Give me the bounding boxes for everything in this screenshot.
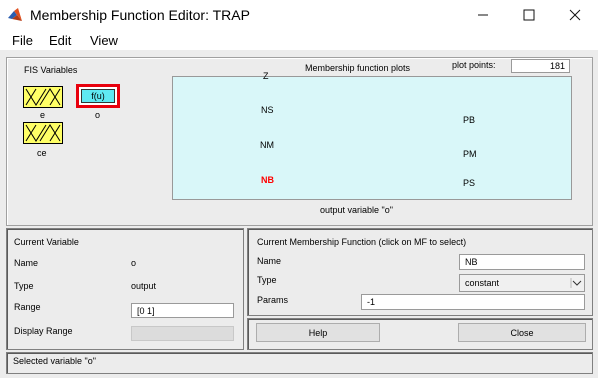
mf-params-label: Params — [257, 295, 289, 305]
current-variable-heading: Current Variable — [14, 237, 79, 247]
minimize-button[interactable] — [460, 0, 506, 30]
membership-function-plot[interactable] — [172, 76, 572, 200]
plot-title: Membership function plots — [305, 63, 411, 73]
mf-type-value: constant — [465, 278, 500, 288]
mf-name-input[interactable]: NB — [459, 254, 585, 270]
display-range-input[interactable] — [131, 326, 234, 341]
close-icon — [569, 9, 581, 21]
menu-view[interactable]: View — [90, 33, 118, 48]
variable-range-label: Range — [14, 302, 41, 312]
chevron-down-icon — [570, 278, 582, 288]
variable-name-label: Name — [14, 258, 39, 268]
mf-name-label: Name — [257, 256, 282, 266]
plot-xlabel: output variable "o" — [320, 205, 393, 215]
input-mf-icon — [23, 122, 63, 144]
output-label-o: o — [95, 110, 101, 120]
menu-edit[interactable]: Edit — [49, 33, 71, 48]
input-label-ce: ce — [37, 148, 47, 158]
mf-label-nm[interactable]: NM — [260, 140, 274, 150]
mf-label-nb[interactable]: NB — [261, 175, 274, 185]
mf-type-select[interactable]: constant — [459, 274, 585, 292]
variable-name-value: o — [131, 258, 137, 268]
matlab-logo-icon — [7, 7, 23, 23]
close-window-button[interactable] — [552, 0, 598, 30]
menu-file[interactable]: File — [12, 33, 33, 48]
fis-variables-heading: FIS Variables — [24, 65, 78, 75]
mf-label-pb[interactable]: PB — [463, 115, 475, 125]
maximize-icon — [523, 9, 535, 21]
mf-type-label: Type — [257, 275, 277, 285]
mf-label-pm[interactable]: PM — [463, 149, 477, 159]
variable-type-value: output — [131, 281, 157, 291]
help-button[interactable]: Help — [256, 323, 380, 342]
input-variable-ce[interactable] — [23, 122, 63, 144]
input-variable-e[interactable] — [23, 86, 63, 108]
minimize-icon — [478, 14, 488, 16]
plot-points-label: plot points: — [452, 60, 496, 70]
close-button[interactable]: Close — [458, 323, 586, 342]
variable-type-label: Type — [14, 281, 34, 291]
maximize-button[interactable] — [506, 0, 552, 30]
display-range-label: Display Range — [14, 326, 73, 336]
input-mf-icon — [23, 86, 63, 108]
mf-params-input[interactable]: -1 — [361, 294, 585, 310]
mf-label-ps[interactable]: PS — [463, 178, 475, 188]
mf-label-ns[interactable]: NS — [261, 105, 274, 115]
output-variable-o[interactable]: f(u) — [76, 84, 120, 108]
input-label-e: e — [40, 110, 46, 120]
output-function-box: f(u) — [81, 89, 115, 103]
plot-points-input[interactable]: 181 — [511, 59, 570, 73]
current-mf-heading: Current Membership Function (click on MF… — [257, 237, 467, 247]
variable-range-input[interactable]: [0 1] — [131, 303, 234, 318]
mf-label-z[interactable]: Z — [263, 71, 269, 81]
window-title: Membership Function Editor: TRAP — [30, 7, 250, 23]
status-text: Selected variable "o" — [13, 356, 96, 366]
